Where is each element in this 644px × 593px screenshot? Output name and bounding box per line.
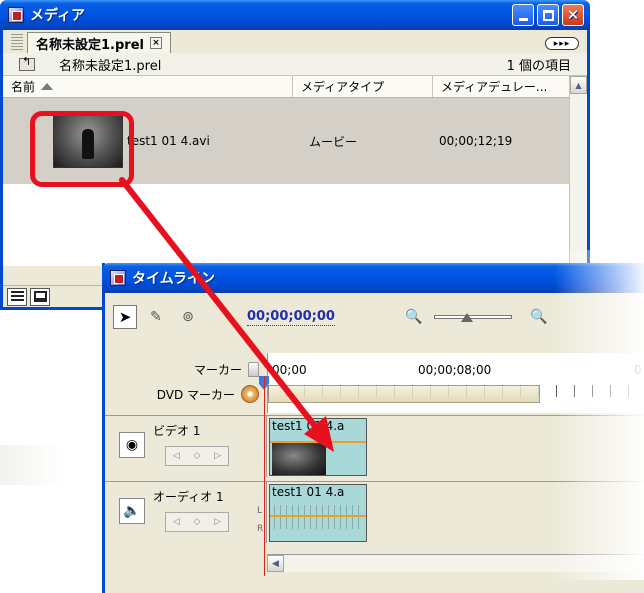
folder-up-icon[interactable] [19, 55, 35, 71]
keyframe-add-icon[interactable]: ◇ [194, 451, 201, 461]
marker-label: マーカー [193, 363, 242, 377]
dvd-marker-row: DVD マーカー [157, 385, 259, 403]
column-type-header[interactable]: メディアタイプ [293, 76, 433, 97]
panel-grip[interactable] [11, 34, 23, 52]
media-vertical-scrollbar[interactable]: ▲ [569, 76, 587, 266]
work-area-bar[interactable] [268, 385, 540, 403]
zoom-in-icon[interactable]: 🔍 [530, 309, 547, 325]
dvd-marker-icon[interactable] [241, 385, 259, 403]
video-clip-thumbnail [272, 443, 326, 475]
column-duration-label: メディアデュレー... [441, 80, 548, 94]
maximize-icon [542, 9, 554, 21]
panel-menu-button[interactable]: ▸▸▸ [545, 37, 579, 50]
marker-icon[interactable] [248, 362, 259, 377]
dvd-marker-label: DVD マーカー [156, 387, 235, 402]
zoom-out-icon[interactable]: 🔍 [405, 309, 422, 325]
list-view-icon [10, 291, 24, 302]
audio-keyframe-nav: ◁ ◇ ▷ [165, 512, 229, 532]
media-list-empty-area [3, 184, 569, 266]
scroll-up-icon[interactable]: ▲ [570, 76, 587, 94]
scroll-left-icon[interactable]: ◀ [267, 555, 284, 572]
channel-left-label: L [257, 506, 263, 516]
project-info-row: 名称未設定1.prel 1 個の項目 [3, 53, 587, 76]
video-clip-name: test1 01 4.a [272, 419, 345, 433]
icon-view-button[interactable] [30, 287, 50, 306]
razor-icon: ✎ [150, 309, 162, 325]
keyframe-prev-icon[interactable]: ◁ [173, 451, 180, 461]
audio-waveform [274, 505, 362, 529]
audio-clip-name: test1 01 4.a [272, 485, 345, 499]
sort-ascending-icon [41, 83, 54, 90]
audio-track-header: オーディオ 1 🔈 ◁ ◇ ▷ L R [105, 482, 267, 543]
background-panel-shadow [0, 445, 64, 485]
zoom-slider-thumb[interactable] [461, 313, 474, 322]
clip-type: ムービー [309, 134, 358, 149]
selection-arrow-icon: ➤ [118, 308, 132, 326]
ruler-label-start: 00;00 [272, 363, 307, 377]
video-keyframe-nav: ◁ ◇ ▷ [165, 446, 229, 466]
column-type-label: メディアタイプ [301, 80, 385, 94]
timecode-display[interactable]: 00;00;00;00 [247, 309, 335, 326]
clip-duration: 00;00;12;19 [439, 134, 513, 148]
video-track-name: ビデオ 1 [153, 424, 201, 438]
razor-tool-button[interactable]: ✎ [143, 305, 169, 329]
close-button[interactable]: ✕ [562, 4, 584, 26]
marker-row: マーカー [194, 361, 259, 378]
column-header: 名前 メディアタイプ メディアデュレー... [3, 76, 569, 98]
minimize-button[interactable] [512, 4, 534, 26]
link-tool-button[interactable]: ⊚ [175, 305, 201, 329]
tab-project[interactable]: 名称未設定1.prel × [27, 32, 171, 53]
app-icon [110, 270, 126, 286]
timeline-window-title: タイムライン [132, 271, 216, 287]
video-track-header: ビデオ 1 ◉ ◁ ◇ ▷ [105, 416, 267, 477]
selection-tool-button[interactable]: ➤ [113, 305, 137, 329]
list-view-button[interactable] [7, 287, 27, 306]
close-icon: ✕ [566, 5, 580, 24]
tab-close-icon[interactable]: × [149, 37, 162, 49]
timeline-ruler-header: マーカー DVD マーカー [105, 353, 267, 413]
column-name-label: 名前 [11, 80, 36, 94]
audio-track-name: オーディオ 1 [153, 490, 224, 504]
film-reel-icon[interactable]: ◉ [119, 432, 145, 458]
media-window-title: メディア [30, 8, 86, 24]
project-name: 名称未設定1.prel [59, 58, 162, 74]
media-title-bar[interactable]: メディア ✕ [0, 0, 590, 30]
link-icon: ⊚ [182, 309, 194, 325]
keyframe-next-icon[interactable]: ▷ [214, 517, 221, 527]
channel-right-label: R [257, 524, 264, 534]
clip-name: test1 01 4.avi [127, 134, 210, 148]
icon-view-icon [33, 291, 47, 302]
tab-project-label: 名称未設定1.prel [36, 37, 144, 53]
maximize-button[interactable] [537, 4, 559, 26]
column-name-header[interactable]: 名前 [3, 76, 293, 97]
edge-fade [554, 250, 644, 580]
column-duration-header[interactable]: メディアデュレー... [433, 76, 569, 97]
app-icon [8, 7, 24, 23]
ruler-label-8s: 00;00;08;00 [418, 363, 492, 377]
playhead-line[interactable] [264, 376, 265, 576]
audio-clip[interactable]: test1 01 4.a [269, 484, 367, 542]
minimize-icon [518, 18, 528, 21]
keyframe-next-icon[interactable]: ▷ [214, 451, 221, 461]
keyframe-prev-icon[interactable]: ◁ [173, 517, 180, 527]
item-count: 1 個の項目 [506, 58, 571, 74]
speaker-icon[interactable]: 🔈 [119, 498, 145, 524]
keyframe-add-icon[interactable]: ◇ [194, 517, 201, 527]
thumbnail-highlight-ring [30, 111, 134, 187]
audio-volume-line[interactable] [270, 515, 366, 517]
video-clip[interactable]: test1 01 4.a [269, 418, 367, 476]
zoom-slider[interactable] [434, 313, 513, 322]
